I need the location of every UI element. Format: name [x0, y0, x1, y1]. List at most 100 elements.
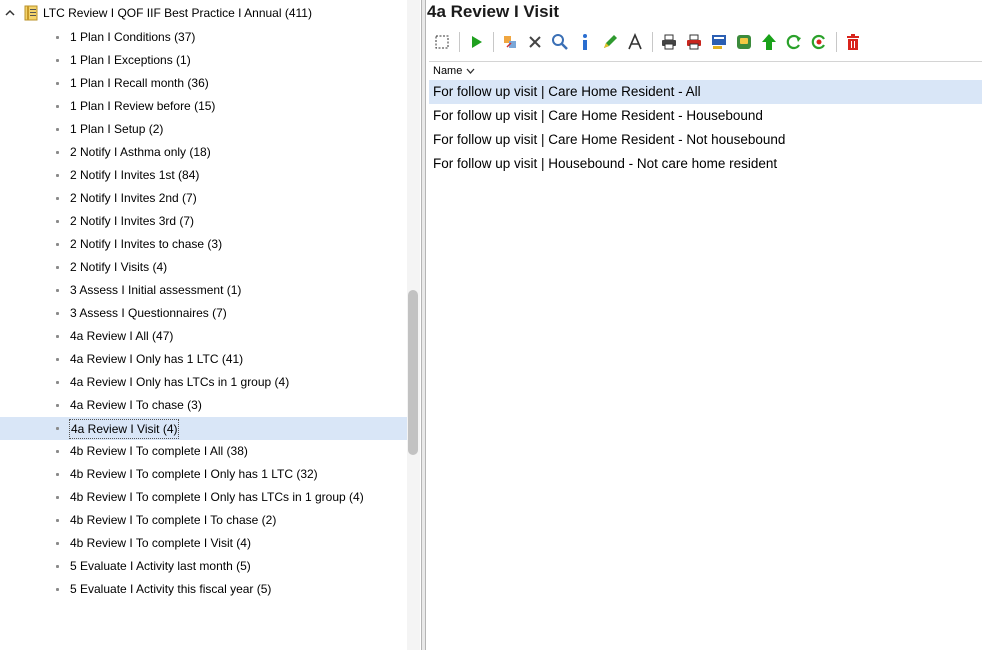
- tree-item-label: 4b Review I To complete I To chase (2): [70, 513, 277, 527]
- tree-item-label: 1 Plan I Setup (2): [70, 122, 164, 136]
- tree-item-label: 5 Evaluate I Activity this fiscal year (…: [70, 582, 272, 596]
- tree-item[interactable]: 4b Review I To complete I All (38): [0, 440, 408, 463]
- bullet-icon: [56, 519, 59, 522]
- tree-item-label: 2 Notify I Visits (4): [70, 260, 168, 274]
- column-header-label: Name: [433, 65, 463, 77]
- tree-item[interactable]: 5 Evaluate I Activity this fiscal year (…: [0, 578, 408, 601]
- trash-icon[interactable]: [842, 31, 864, 53]
- list-row[interactable]: For follow up visit | Care Home Resident…: [429, 104, 982, 128]
- select-icon[interactable]: [431, 31, 453, 53]
- bullet-icon: [56, 289, 59, 292]
- tree-item-label: 4b Review I To complete I Only has 1 LTC…: [70, 467, 318, 481]
- tree-item-label: 4a Review I All (47): [70, 329, 174, 343]
- tree-item-label: 4a Review I Visit (4): [69, 419, 180, 439]
- bullet-icon: [56, 496, 59, 499]
- run-icon[interactable]: [465, 31, 487, 53]
- tree-item[interactable]: 1 Plan I Recall month (36): [0, 72, 408, 95]
- details-pane: 4a Review I Visit Name For follow up vis…: [427, 0, 982, 650]
- tree-item-label: 4b Review I To complete I Only has LTCs …: [70, 490, 364, 504]
- results-list: Name For follow up visit | Care Home Res…: [429, 61, 982, 650]
- toolbar-separator: [493, 32, 494, 52]
- bullet-icon: [56, 128, 59, 131]
- bullet-icon: [56, 565, 59, 568]
- tree-root[interactable]: LTC Review I QOF IIF Best Practice I Ann…: [0, 1, 420, 24]
- panel-title: 4a Review I Visit: [427, 2, 559, 21]
- tree-item[interactable]: 4a Review I To chase (3): [0, 394, 408, 417]
- report-book-icon: [24, 5, 38, 21]
- toolbar-separator: [836, 32, 837, 52]
- highlight-icon[interactable]: [599, 31, 621, 53]
- bullet-icon: [56, 542, 59, 545]
- chevron-down-icon[interactable]: [466, 68, 475, 74]
- column-header-name[interactable]: Name: [429, 62, 982, 80]
- tree-item-label: 2 Notify I Invites 2nd (7): [70, 191, 197, 205]
- tree-item[interactable]: 4a Review I Only has LTCs in 1 group (4): [0, 371, 408, 394]
- bullet-icon: [56, 427, 59, 430]
- tree-item-label: 1 Plan I Exceptions (1): [70, 53, 191, 67]
- tree-item-label: 3 Assess I Initial assessment (1): [70, 283, 242, 297]
- tree-item-label: 4b Review I To complete I All (38): [70, 444, 248, 458]
- toolbar-separator: [652, 32, 653, 52]
- tree-item[interactable]: 4b Review I To complete I Only has 1 LTC…: [0, 463, 408, 486]
- list-row[interactable]: For follow up visit | Care Home Resident…: [429, 128, 982, 152]
- tree-root-label: LTC Review I QOF IIF Best Practice I Ann…: [43, 5, 312, 20]
- export-icon[interactable]: [708, 31, 730, 53]
- list-row[interactable]: For follow up visit | Care Home Resident…: [429, 80, 982, 104]
- tree-item-label: 2 Notify I Invites 1st (84): [70, 168, 200, 182]
- tree-item-label: 4a Review I Only has LTCs in 1 group (4): [70, 375, 290, 389]
- tree-item[interactable]: 5 Evaluate I Activity last month (5): [0, 555, 408, 578]
- tree-item[interactable]: 1 Plan I Conditions (37): [0, 26, 408, 49]
- tree-item[interactable]: 2 Notify I Invites to chase (3): [0, 233, 408, 256]
- bullet-icon: [56, 588, 59, 591]
- tree-item[interactable]: 4b Review I To complete I To chase (2): [0, 509, 408, 532]
- pane-splitter[interactable]: [421, 0, 426, 650]
- tree-item-label: 2 Notify I Invites 3rd (7): [70, 214, 195, 228]
- tree-scrollbar-thumb[interactable]: [408, 290, 418, 455]
- bullet-icon: [56, 404, 59, 407]
- chevron-up-icon[interactable]: [4, 7, 16, 19]
- bullet-icon: [56, 220, 59, 223]
- tree-item[interactable]: 4b Review I To complete I Visit (4): [0, 532, 408, 555]
- tree-item[interactable]: 3 Assess I Questionnaires (7): [0, 302, 408, 325]
- save-icon[interactable]: [733, 31, 755, 53]
- tree-list: 1 Plan I Conditions (37) 1 Plan I Excepti…: [0, 26, 408, 601]
- list-row[interactable]: For follow up visit | Housebound - Not c…: [429, 152, 982, 176]
- bullet-icon: [56, 82, 59, 85]
- tree-item[interactable]: 4a Review I All (47): [0, 325, 408, 348]
- print-icon[interactable]: [658, 31, 680, 53]
- tree-item[interactable]: 4b Review I To complete I Only has LTCs …: [0, 486, 408, 509]
- info-icon[interactable]: [574, 31, 596, 53]
- upload-icon[interactable]: [758, 31, 780, 53]
- tree-item[interactable]: 1 Plan I Exceptions (1): [0, 49, 408, 72]
- tree-item-label: 4a Review I To chase (3): [70, 398, 202, 412]
- bullet-icon: [56, 381, 59, 384]
- bullet-icon: [56, 105, 59, 108]
- delete-x-icon[interactable]: [524, 31, 546, 53]
- tree-item[interactable]: 3 Assess I Initial assessment (1): [0, 279, 408, 302]
- tree-item[interactable]: 2 Notify I Invites 2nd (7): [0, 187, 408, 210]
- tree-item[interactable]: 2 Notify I Invites 3rd (7): [0, 210, 408, 233]
- toolbar-separator: [459, 32, 460, 52]
- tree-item[interactable]: 1 Plan I Review before (15): [0, 95, 408, 118]
- font-icon[interactable]: [624, 31, 646, 53]
- refresh-alt-icon[interactable]: [808, 31, 830, 53]
- tree-item[interactable]: 2 Notify I Invites 1st (84): [0, 164, 408, 187]
- tree-item-label: 1 Plan I Recall month (36): [70, 76, 209, 90]
- tree-item-label: 4b Review I To complete I Visit (4): [70, 536, 251, 550]
- tree-item[interactable]: 4a Review I Only has 1 LTC (41): [0, 348, 408, 371]
- bullet-icon: [56, 473, 59, 476]
- search-icon[interactable]: [549, 31, 571, 53]
- toolbar: [431, 28, 867, 56]
- merge-icon[interactable]: [499, 31, 521, 53]
- refresh-icon[interactable]: [783, 31, 805, 53]
- bullet-icon: [56, 174, 59, 177]
- tree-item[interactable]: 1 Plan I Setup (2): [0, 118, 408, 141]
- tree-item-label: 3 Assess I Questionnaires (7): [70, 306, 227, 320]
- rows-container: For follow up visit | Care Home Resident…: [429, 80, 982, 176]
- bullet-icon: [56, 450, 59, 453]
- tree-item[interactable]: 2 Notify I Asthma only (18): [0, 141, 408, 164]
- tree-item[interactable]: 4a Review I Visit (4): [0, 417, 408, 440]
- tree-item[interactable]: 2 Notify I Visits (4): [0, 256, 408, 279]
- bullet-icon: [56, 197, 59, 200]
- print-red-icon[interactable]: [683, 31, 705, 53]
